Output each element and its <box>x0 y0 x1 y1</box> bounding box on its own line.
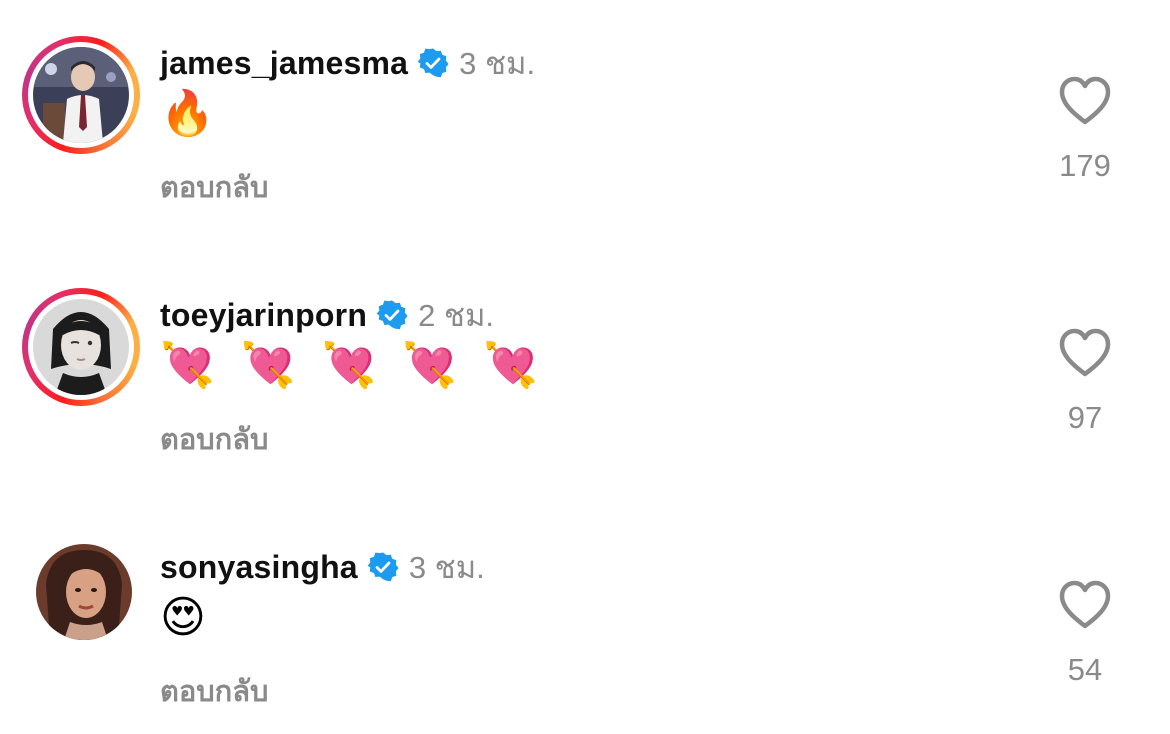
comment-item: james_jamesma 3 ชม. 🔥 ตอบกลับ 179 <box>0 0 1170 230</box>
reply-button[interactable]: ตอบกลับ <box>160 416 268 462</box>
heart-outline-icon[interactable] <box>1058 76 1112 126</box>
avatar-story-ring[interactable] <box>22 288 140 406</box>
like-count: 97 <box>1067 400 1103 435</box>
comment-item: sonyasingha 3 ชม. 😍 ตอบกลับ 54 <box>0 504 1170 734</box>
comment-header: james_jamesma 3 ชม. <box>160 38 535 88</box>
comment-text: 💘 💘 💘 💘 💘 <box>160 340 544 391</box>
username[interactable]: sonyasingha <box>160 549 358 586</box>
comment-time: 3 ชม. <box>408 550 485 585</box>
comment-text: 😍 <box>160 592 212 643</box>
username[interactable]: toeyjarinporn <box>160 297 367 334</box>
username[interactable]: james_jamesma <box>160 45 408 82</box>
like-count: 179 <box>1059 148 1111 183</box>
comment-header: toeyjarinporn 2 ชม. <box>160 290 494 340</box>
reply-button[interactable]: ตอบกลับ <box>160 164 268 210</box>
avatar-story-ring[interactable] <box>22 36 140 154</box>
like-count: 54 <box>1067 652 1103 687</box>
comment-text: 🔥 <box>160 88 221 139</box>
verified-badge-icon <box>367 552 399 582</box>
comment-time: 3 ชม. <box>459 46 536 81</box>
avatar <box>33 299 129 395</box>
reply-button[interactable]: ตอบกลับ <box>160 668 268 714</box>
verified-badge-icon <box>417 48 449 78</box>
heart-outline-icon[interactable] <box>1058 580 1112 630</box>
verified-badge-icon <box>376 300 408 330</box>
avatar[interactable] <box>36 544 132 640</box>
avatar <box>33 47 129 143</box>
comment-time: 2 ชม. <box>418 298 495 333</box>
comment-item: toeyjarinporn 2 ชม. 💘 💘 💘 💘 💘 ตอบกลับ 97 <box>0 252 1170 482</box>
comment-header: sonyasingha 3 ชม. <box>160 542 485 592</box>
heart-outline-icon[interactable] <box>1058 328 1112 378</box>
